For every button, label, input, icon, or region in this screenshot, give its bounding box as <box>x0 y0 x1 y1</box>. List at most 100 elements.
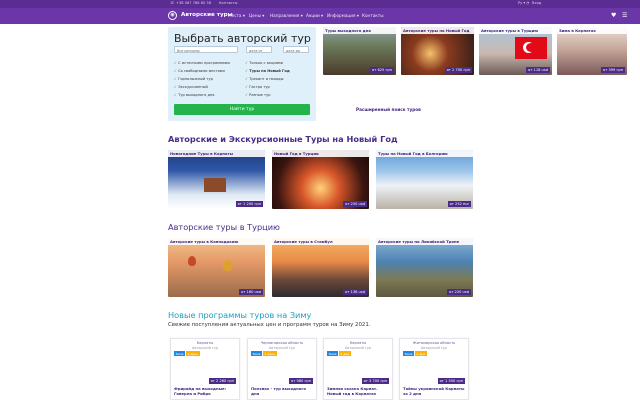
program-region: Черниговская область <box>260 341 304 345</box>
season-badge: Зима <box>251 351 262 356</box>
featured-card-weekend[interactable]: Туры выходного дня от 625 грн <box>323 27 396 75</box>
program-title[interactable]: Тайны украинской Карпаты за 2 дня <box>403 386 467 396</box>
card-title: Туры на Новый Год в Болгарию <box>376 150 473 158</box>
chevron-down-icon: ▾ <box>321 13 324 18</box>
nav-item-contacts[interactable]: Контакты <box>362 13 384 18</box>
advanced-search-link[interactable]: Расширенный поиск туров <box>356 107 421 112</box>
season-badge: Зима <box>174 351 185 356</box>
duration-badge: 2 дня <box>415 351 427 356</box>
program-type: Авторский тур <box>420 345 448 350</box>
section-title-newyear: Авторские и Экскурсионные Туры на Новый … <box>168 134 398 144</box>
program-card[interactable]: Карпаты Авторский тур Зима 1 день от 2 2… <box>170 338 240 400</box>
filter-option[interactable]: Гастро тур <box>245 85 270 89</box>
date-from-input[interactable]: дата от <box>246 46 272 53</box>
turkey-card-lycian[interactable]: Авторские туры по Ликийской Тропе от 220… <box>376 238 473 297</box>
filter-option[interactable]: Только с акциями <box>245 61 283 65</box>
filter-option[interactable]: Экскурсионный <box>174 85 208 89</box>
card-price: от 625 грн <box>370 67 394 73</box>
main-nav: ◉ Авторские туры Места ▾ Цены ▾ Направле… <box>0 8 640 24</box>
card-title: Туры выходного дня <box>323 27 396 35</box>
card-title: Зима в Карпатах <box>557 27 627 35</box>
balloon-illustration <box>223 260 232 271</box>
program-type: Авторский тур <box>268 345 296 350</box>
filter-option[interactable]: Горнолыжный тур <box>174 77 213 81</box>
program-price: от 980 грн <box>289 378 313 384</box>
nav-item-prices[interactable]: Цены ▾ <box>249 13 264 18</box>
filter-option[interactable]: Тур выходного дня <box>174 93 214 97</box>
turkey-card-istanbul[interactable]: Авторские туры в Стамбул от 138 usd <box>272 238 369 297</box>
program-region: Карпаты <box>196 341 214 345</box>
program-card[interactable]: Черниговская область Авторский тур Зима … <box>247 338 317 400</box>
season-badge: Зима <box>403 351 414 356</box>
card-title: Авторские туры в Турцию <box>479 27 552 35</box>
card-title: Авторские туры в Стамбул <box>272 238 369 246</box>
chalet-illustration <box>204 178 226 192</box>
contacts-link[interactable]: Контакты <box>219 1 238 5</box>
program-region: Житомирская область <box>412 341 456 345</box>
duration-badge: 1 день <box>186 351 200 356</box>
nav-item-places[interactable]: Места ▾ <box>228 13 245 18</box>
card-price: от 220 usd <box>447 289 471 295</box>
filter-option[interactable]: Трекинг и походы <box>245 77 283 81</box>
login-link[interactable]: Вход <box>532 1 541 5</box>
newyear-card-carpathians[interactable]: Новогодние Туры в Карпаты от 1 200 грн <box>168 150 265 209</box>
filter-option[interactable]: С источными программами <box>174 61 230 65</box>
card-price: от 160 usd <box>239 289 263 295</box>
find-tour-button[interactable]: Найти тур <box>174 104 310 115</box>
card-price: от 138 usd <box>343 289 367 295</box>
balloon-illustration <box>188 256 196 266</box>
language-select[interactable]: Ру ▾ <box>518 1 525 5</box>
program-type: Авторский тур <box>191 345 219 350</box>
phone-number[interactable]: +38 067 788 80 58 <box>176 1 211 5</box>
newyear-card-bulgaria[interactable]: Туры на Новый Год в Болгарию от 252 eur <box>376 150 473 209</box>
chevron-down-icon: ▾ <box>300 13 303 18</box>
phone-icon: ☏ <box>170 1 175 5</box>
duration-badge: 4 дня <box>339 351 351 356</box>
featured-card-turkey[interactable]: Авторские туры в Турцию от 118 usd <box>479 27 552 75</box>
user-icon[interactable]: ◔ <box>526 1 529 5</box>
menu-icon[interactable]: ☰ <box>622 13 627 19</box>
program-card[interactable]: Карпаты Авторский тур Зима 4 дня от 3 70… <box>323 338 393 400</box>
featured-card-newyear[interactable]: Авторские туры на Новый Год от 2 700 грн <box>401 27 474 75</box>
brand-name[interactable]: Авторские туры <box>181 12 233 18</box>
card-title: Авторские туры на Новый Год <box>401 27 474 35</box>
card-title: Новый Год в Турции <box>272 150 369 158</box>
program-price: от 1 550 грн <box>437 378 465 384</box>
program-region: Карпаты <box>349 341 367 345</box>
region-select[interactable]: Все регионы <box>174 46 238 53</box>
heart-icon[interactable]: ♥ <box>611 13 616 19</box>
date-to-input[interactable]: дата до <box>283 46 309 53</box>
nav-item-promo[interactable]: Акции ▾ <box>306 13 323 18</box>
nav-item-directions[interactable]: Направления ▾ <box>270 13 303 18</box>
search-title: Выбрать авторский тур <box>174 32 311 45</box>
program-title[interactable]: Полсвах - тур выходного дня <box>251 386 315 396</box>
top-bar: ☏ +38 067 788 80 58 Контакты Ру ▾ ◔ Вход <box>0 0 640 8</box>
chevron-down-icon: ▾ <box>262 13 265 18</box>
nav-item-info[interactable]: Информация ▾ <box>327 13 359 18</box>
card-price: от 399 грн <box>601 67 625 73</box>
turkey-card-cappadocia[interactable]: Авторские туры в Каппадокию от 160 usd <box>168 238 265 297</box>
newyear-card-turkey[interactable]: Новый Год в Турции от 250 usd <box>272 150 369 209</box>
program-price: от 2 260 грн <box>208 378 236 384</box>
card-price: от 2 700 грн <box>444 67 472 73</box>
card-price: от 252 eur <box>447 201 471 207</box>
program-type: Авторский тур <box>344 345 372 350</box>
card-price: от 250 usd <box>343 201 367 207</box>
chevron-down-icon: ▾ <box>242 13 245 18</box>
duration-badge: 1 день <box>263 351 277 356</box>
season-badge: Зима <box>327 351 338 356</box>
flag-moon-cut <box>526 43 536 52</box>
program-price: от 3 700 грн <box>361 378 389 384</box>
logo-icon[interactable]: ◉ <box>168 11 177 20</box>
filter-option[interactable]: Разные тур <box>245 93 270 97</box>
section-title-turkey: Авторские туры в Турцию <box>168 222 280 232</box>
filter-option[interactable]: Со свободными местами <box>174 69 225 73</box>
card-title: Новогодние Туры в Карпаты <box>168 150 265 158</box>
section-title-winter: Новые программы туров на Зиму <box>168 310 312 320</box>
filter-option-newyear[interactable]: Туры на Новый Год <box>245 69 289 73</box>
program-title[interactable]: Фрирайд на выходные: Говерла и Рибра <box>174 386 238 396</box>
program-card[interactable]: Житомирская область Авторский тур Зима 2… <box>399 338 469 400</box>
chevron-down-icon: ▾ <box>356 13 359 18</box>
featured-card-winter[interactable]: Зима в Карпатах от 399 грн <box>557 27 627 75</box>
program-title[interactable]: Зимняя сказка Карпат. Новый год в Карпат… <box>327 386 391 396</box>
